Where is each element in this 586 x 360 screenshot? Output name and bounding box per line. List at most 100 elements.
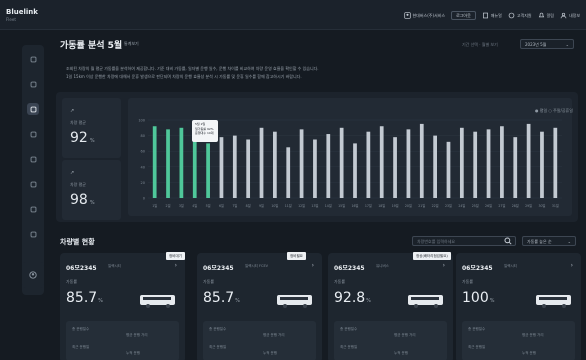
vehicle-rate-value: 85.7% [66, 290, 103, 306]
chart-bar[interactable] [406, 129, 411, 198]
vehicle-model: 일렉시티 FCEV [245, 264, 269, 268]
chart-bar[interactable] [446, 141, 451, 198]
detail-label: 평균 운행 거리 [394, 333, 416, 337]
detail-label: 최근 운행일 [72, 345, 90, 349]
title-badge: 통계보기 [124, 41, 139, 46]
notification-button[interactable]: 알림 [538, 12, 554, 19]
trend-icon: ↗ [70, 108, 75, 114]
x-tick-label: 27일 [498, 203, 505, 208]
page-description: 조회된 차량의 월 평균 가동률을 분석하여 제공합니다. 기준 대비 가동률,… [66, 65, 566, 81]
chart-bar[interactable] [299, 129, 304, 198]
x-tick-label: 10일 [271, 203, 278, 208]
location-icon[interactable] [27, 128, 39, 140]
tooltip-count: 운행대수 10대 [195, 131, 214, 135]
profile-icon [560, 12, 567, 19]
chart-bar[interactable] [232, 135, 237, 198]
stat-card: ↗ 차량 평균 98% [62, 160, 121, 220]
chart-bar[interactable] [339, 127, 344, 198]
vehicle-search-input[interactable]: 차량번호를 입력하세요 [412, 236, 516, 246]
chevron-down-icon: ⌄ [567, 239, 571, 244]
chart-bar[interactable] [513, 137, 518, 198]
x-tick-label: 11일 [285, 203, 292, 208]
chart-bar[interactable] [553, 127, 558, 198]
chart-bar[interactable] [526, 123, 531, 198]
x-tick-label: 2일 [166, 203, 171, 208]
x-tick-label: 25일 [472, 203, 479, 208]
chart-bar[interactable] [273, 131, 277, 198]
chart-bar[interactable] [313, 139, 317, 199]
chart-tooltip: 5월 2일 일가동률 92% 운행대수 10대 [192, 120, 218, 142]
x-tick-label: 3일 [179, 203, 184, 208]
vehicle-id: 06모2345 [66, 265, 97, 272]
x-tick-label: 26일 [485, 203, 492, 208]
vehicle-detail-box: 총 운행일수 평균 운행 거리 최근 운행일 누적 운행 [462, 321, 575, 360]
top-bar-actions: 현대버스(주)서비스 로그아웃 매뉴얼 고객지원 알림 내정보 [403, 11, 580, 20]
vehicle-rate-label: 가동률 [203, 279, 215, 284]
detail-label: 최근 운행일 [209, 345, 227, 349]
trip-icon[interactable] [27, 153, 39, 165]
chart-bar[interactable] [473, 131, 478, 198]
chart-bar[interactable] [379, 126, 384, 198]
chart-bar[interactable] [152, 126, 157, 198]
chart-bar[interactable] [433, 135, 437, 198]
chart-bar[interactable] [486, 129, 491, 198]
vehicle-card[interactable]: 06모2345 일렉시티 › 가동률 85.7% 총 운행일수 평균 운행 거리 최근 운행일… [60, 253, 185, 360]
chart-bar[interactable] [259, 127, 264, 198]
detail-label: 총 운행일수 [209, 327, 227, 331]
app-logo[interactable]: Bluelink [6, 8, 38, 16]
x-tick-label: 31일 [552, 203, 559, 208]
chart-bar[interactable] [206, 143, 210, 198]
search-icon[interactable] [504, 237, 512, 245]
chart-bar[interactable] [219, 137, 224, 198]
mypage-button[interactable]: 내정보 [560, 12, 580, 19]
y-tick-label: 60 [141, 150, 145, 154]
user-menu[interactable]: 현대버스(주)서비스 [403, 12, 446, 19]
chart-bar[interactable] [459, 127, 464, 198]
y-tick-label: 40 [141, 165, 145, 169]
user-icon[interactable] [27, 269, 39, 281]
chart-bar[interactable] [326, 134, 331, 198]
chart-bar[interactable] [246, 139, 251, 199]
list-icon[interactable] [27, 178, 39, 190]
analytics-icon[interactable] [27, 103, 39, 115]
vehicle-card[interactable]: 06모2345 일렉시티 FCEV › 가동률 85.7% 총 운행일수 평균 운행 거리 최… [197, 253, 322, 360]
vehicle-card[interactable]: 06모2345 유니버스 › 가동률 92.8% 총 운행일수 평균 운행 거리 최근 운행일… [328, 253, 453, 360]
chart-bar[interactable] [366, 131, 371, 198]
chevron-right-icon[interactable]: › [571, 262, 573, 269]
chart-bar[interactable] [179, 127, 184, 198]
x-tick-label: 17일 [365, 203, 372, 208]
stat-value: 98% [70, 192, 95, 208]
chart-bar[interactable] [393, 137, 397, 198]
period-select[interactable]: 2023년 5월 ⌄ [520, 39, 574, 49]
chevron-right-icon[interactable]: › [312, 262, 314, 269]
vehicle-id: 06모2345 [334, 265, 365, 272]
chart-bar[interactable] [419, 123, 424, 198]
manual-button[interactable]: 매뉴얼 [482, 12, 502, 19]
settings-icon[interactable] [27, 228, 39, 240]
chart-bar[interactable] [353, 143, 357, 198]
home-icon[interactable] [27, 53, 39, 65]
x-tick-label: 9일 [259, 203, 264, 208]
chart-bar[interactable] [286, 147, 291, 198]
x-tick-label: 1일 [152, 203, 157, 208]
page-title: 가동률 분석 5월 [60, 41, 123, 51]
chevron-right-icon[interactable]: › [175, 262, 177, 269]
dashboard-icon[interactable] [27, 78, 39, 90]
user-name: 현대버스(주)서비스 [412, 12, 446, 18]
x-tick-label: 18일 [378, 203, 385, 208]
top-bar: Bluelink Fleet 현대버스(주)서비스 로그아웃 매뉴얼 고객지원 … [0, 0, 586, 30]
logout-button[interactable]: 로그아웃 [451, 11, 476, 20]
vehicle-model: 유니버스 [376, 264, 389, 268]
manual-icon [482, 12, 488, 19]
sort-select[interactable]: 가동률 높은 순 ⌄ [522, 236, 576, 246]
chart-bar[interactable] [500, 126, 504, 198]
chart-bar[interactable] [540, 131, 544, 198]
detail-label: 평균 운행 거리 [126, 333, 148, 337]
report-icon[interactable] [27, 203, 39, 215]
support-button[interactable]: 고객지원 [508, 12, 532, 19]
chart-bar[interactable] [166, 129, 170, 198]
period-filter-label: 기간 선택 · 월별 보기 [462, 42, 498, 47]
vehicle-card[interactable]: 06모2345 일렉시티 › 가동률 100% 총 운행일수 평균 운행 거리 최근 운행일 누… [456, 253, 581, 360]
vehicle-rate-label: 가동률 [66, 279, 78, 284]
chevron-right-icon[interactable]: › [443, 262, 445, 269]
